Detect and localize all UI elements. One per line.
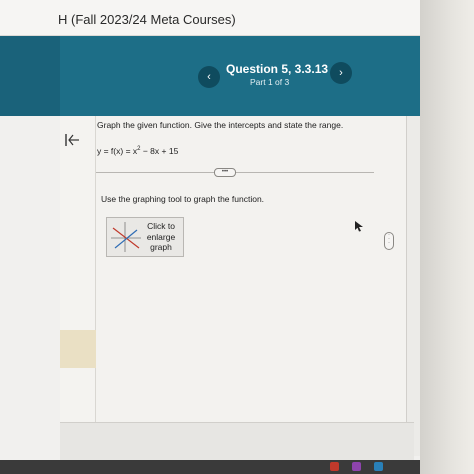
side-highlight bbox=[60, 330, 100, 368]
dock-app-icon[interactable] bbox=[374, 462, 383, 471]
question-part: Part 1 of 3 bbox=[250, 77, 290, 87]
right-scroll-rail bbox=[406, 116, 420, 456]
function-rhs: − 8x + 15 bbox=[140, 146, 179, 156]
bottom-toolbar bbox=[60, 422, 414, 460]
question-content bbox=[96, 116, 410, 456]
expand-more-button[interactable]: ••• bbox=[214, 168, 236, 177]
previous-question-button[interactable]: ‹ bbox=[198, 66, 220, 88]
graph-thumbnail-icon bbox=[111, 222, 141, 252]
course-title: H (Fall 2023/24 Meta Courses) bbox=[58, 12, 236, 27]
dock-app-icon[interactable] bbox=[330, 462, 339, 471]
scroll-handle[interactable]: · · · bbox=[384, 232, 394, 250]
left-panel bbox=[60, 116, 96, 456]
course-header: H (Fall 2023/24 Meta Courses) bbox=[0, 0, 420, 36]
function-lhs: y = f(x) = x bbox=[97, 146, 138, 156]
dock-app-icon[interactable] bbox=[352, 462, 361, 471]
chevron-left-icon: ‹ bbox=[207, 71, 211, 83]
question-title: Question 5, 3.3.13 bbox=[226, 62, 329, 76]
question-header bbox=[60, 36, 420, 116]
question-instructions: Graph the given function. Give the inter… bbox=[97, 120, 344, 130]
graphing-tool-note: Use the graphing tool to graph the funct… bbox=[101, 194, 265, 204]
photo-background bbox=[420, 0, 474, 474]
chevron-right-icon: › bbox=[339, 67, 343, 79]
next-question-button[interactable]: › bbox=[330, 62, 352, 84]
mouse-cursor-icon bbox=[355, 221, 363, 232]
header-edge bbox=[0, 36, 60, 116]
collapse-left-icon[interactable] bbox=[64, 132, 80, 148]
function-expression: y = f(x) = x2 − 8x + 15 bbox=[97, 146, 178, 156]
enlarge-graph-label[interactable]: Click to enlarge graph bbox=[144, 221, 178, 253]
